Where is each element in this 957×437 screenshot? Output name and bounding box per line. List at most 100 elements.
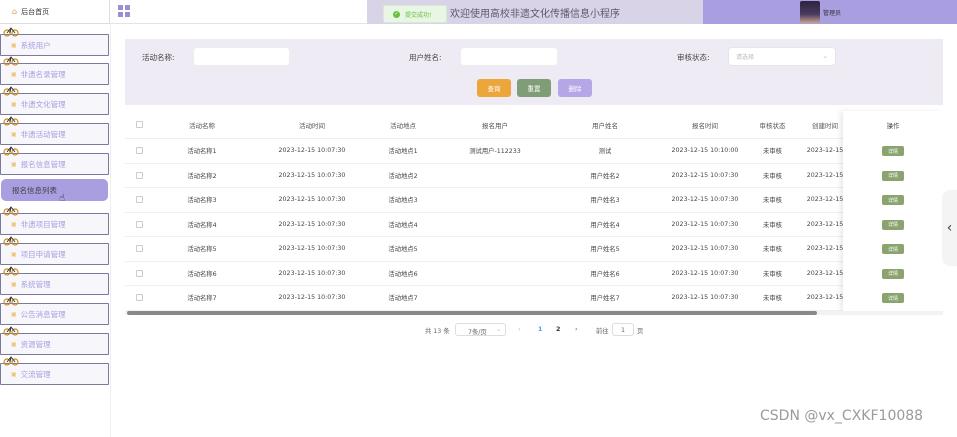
table-cell xyxy=(445,262,545,286)
table-cell: 2023-12-15 10:07:30 xyxy=(671,269,739,277)
action-cell: 详情 xyxy=(843,188,943,213)
table-cell: 活动地点3 xyxy=(388,197,418,205)
query-button[interactable]: 查询 xyxy=(477,79,511,97)
horizontal-scrollbar[interactable] xyxy=(127,311,817,315)
delete-button[interactable]: 删除 xyxy=(558,79,592,97)
row-checkbox[interactable] xyxy=(135,220,143,228)
sidebar-item[interactable]: ▣ 公告消息管理 xyxy=(0,296,109,325)
sidebar-item-label: 非遗名录管理 xyxy=(20,69,66,79)
home-link[interactable]: ⌂ 后台首页 xyxy=(0,0,110,24)
sidebar-item-label: 报名信息列表 xyxy=(12,185,57,195)
action-cell: 详情 xyxy=(843,286,943,311)
table-cell: 未审核 xyxy=(763,221,782,229)
detail-button[interactable]: 详情 xyxy=(882,146,904,157)
column-header: 操作 xyxy=(886,122,900,130)
menu-grid-icon[interactable] xyxy=(118,5,130,17)
table-cell: 用户姓名7 xyxy=(590,295,620,303)
sidebar-item[interactable]: ▣ 非遗文化管理 xyxy=(0,86,109,115)
goto-input[interactable]: 1 xyxy=(612,323,634,336)
list-icon: ▣ xyxy=(11,130,17,138)
table-cell: 未审核 xyxy=(763,197,782,205)
sidebar-item[interactable]: ▣ 非遗活动管理 xyxy=(0,116,109,145)
page-2[interactable]: 2 xyxy=(556,326,560,333)
table-cell: 2023-12-15 10:07:30 xyxy=(278,147,346,155)
list-icon: ▣ xyxy=(11,310,17,318)
table-cell: 用户姓名4 xyxy=(590,221,620,229)
detail-button[interactable]: 详情 xyxy=(882,268,904,279)
column-header: 活动地点 xyxy=(390,121,416,130)
row-checkbox[interactable] xyxy=(135,294,143,302)
row-checkbox[interactable] xyxy=(135,171,143,179)
list-icon: ▣ xyxy=(11,160,17,168)
table-cell: 2023-12-15 10:07:30 xyxy=(671,196,739,204)
table-cell: 活动地点7 xyxy=(388,295,418,303)
avatar[interactable] xyxy=(800,1,820,23)
row-checkbox[interactable] xyxy=(135,245,143,253)
row-checkbox[interactable] xyxy=(135,147,143,155)
page-1[interactable]: 1 xyxy=(538,326,542,333)
table-cell: 用户姓名5 xyxy=(590,246,620,254)
column-header: 活动时间 xyxy=(299,121,325,130)
status-select[interactable]: 请选择 ⌄ xyxy=(728,47,836,66)
sidebar-item[interactable]: ▣ 非遗名录管理 xyxy=(0,56,109,85)
page-suffix: 页 xyxy=(637,328,644,335)
sidebar-item[interactable]: ▣ 报名信息管理 xyxy=(0,146,109,175)
table-cell: 活动地点4 xyxy=(388,221,418,229)
pointer-cursor-icon: ☝ xyxy=(59,193,66,204)
user-area[interactable]: 管理员 xyxy=(703,0,957,24)
list-icon: ▣ xyxy=(11,370,17,378)
header-checkbox[interactable] xyxy=(135,121,143,128)
row-checkbox[interactable] xyxy=(135,196,143,204)
table-cell xyxy=(445,164,545,188)
row-checkbox-cell xyxy=(125,286,153,310)
row-checkbox-cell xyxy=(125,164,153,188)
collapse-arrow-icon[interactable]: ‹ xyxy=(942,190,957,266)
page-size-select[interactable]: 7条/页 ⌄ xyxy=(455,323,506,336)
data-table: 活动名称 活动时间 活动地点 报名用户 用户姓名 报名时间 审核状态 创建时间 活动名称1 202… xyxy=(125,111,943,311)
detail-button[interactable]: 详情 xyxy=(882,293,904,304)
action-cell: 详情 xyxy=(843,262,943,287)
row-checkbox[interactable] xyxy=(135,269,143,277)
next-page-icon[interactable]: › xyxy=(575,326,578,333)
bicycle-icon xyxy=(3,236,19,246)
detail-button[interactable]: 详情 xyxy=(882,219,904,230)
column-header: 活动名称 xyxy=(189,121,215,130)
table-cell xyxy=(445,213,545,237)
sidebar-item[interactable]: ▣ 项目申请管理 xyxy=(0,236,109,265)
sidebar-item[interactable]: 报名信息列表 ☝ xyxy=(1,179,108,204)
detail-button[interactable]: 详情 xyxy=(882,195,904,206)
user-icon: ▣ xyxy=(11,41,17,49)
sidebar-item[interactable]: ▣ 非遗项目管理 xyxy=(0,206,109,235)
reset-button[interactable]: 重置 xyxy=(517,79,551,97)
column-header: 审核状态 xyxy=(759,121,786,130)
activity-name-input[interactable] xyxy=(193,47,290,66)
total-count: 共 13 条 xyxy=(425,328,450,335)
sidebar-item[interactable]: ▣ 系统管理 xyxy=(0,266,109,295)
user-name-input[interactable] xyxy=(460,47,558,66)
detail-button[interactable]: 详情 xyxy=(882,244,904,255)
table-cell: 用户姓名6 xyxy=(590,270,620,278)
action-cell: 详情 xyxy=(843,213,943,238)
sidebar-item-label: 报名信息管理 xyxy=(20,159,66,169)
user-name-label: 用户姓名: xyxy=(409,53,442,62)
page-size-value: 7条/页 xyxy=(468,329,487,336)
table-cell: 活动名称2 xyxy=(187,172,217,180)
table-cell: 2023-12-15 10:07:30 xyxy=(278,294,346,302)
table-cell: 未审核 xyxy=(763,148,782,156)
table-cell: 活动地点6 xyxy=(388,270,418,278)
list-icon: ▣ xyxy=(11,100,17,108)
sidebar-item[interactable]: ▣ 交流管理 xyxy=(0,356,109,385)
prev-page-icon[interactable]: ‹ xyxy=(518,326,521,333)
bicycle-icon xyxy=(3,116,19,126)
column-header: 报名用户 xyxy=(482,121,508,130)
table-cell: 2023-12-15 10:07:30 xyxy=(278,245,346,253)
detail-button[interactable]: 详情 xyxy=(882,170,904,181)
action-cell: 详情 xyxy=(843,164,943,189)
sidebar: ▣ 系统用户 ▣ 非遗名录管理 ▣ 非遗文化管理 ▣ 非遗活动管理 ▣ 报名信息管理 报名信息列表 ☝… xyxy=(0,24,111,437)
table-row: 活动名称5 2023-12-15 10:07:30 活动地点5 用户姓名5 2023-1… xyxy=(125,237,943,262)
user-name: 管理员 xyxy=(823,9,842,17)
table-cell: 活动名称5 xyxy=(187,246,217,254)
sidebar-item[interactable]: ▣ 系统用户 xyxy=(0,27,109,56)
list-icon: ▣ xyxy=(11,280,17,288)
chevron-down-icon: ⌄ xyxy=(822,52,828,60)
